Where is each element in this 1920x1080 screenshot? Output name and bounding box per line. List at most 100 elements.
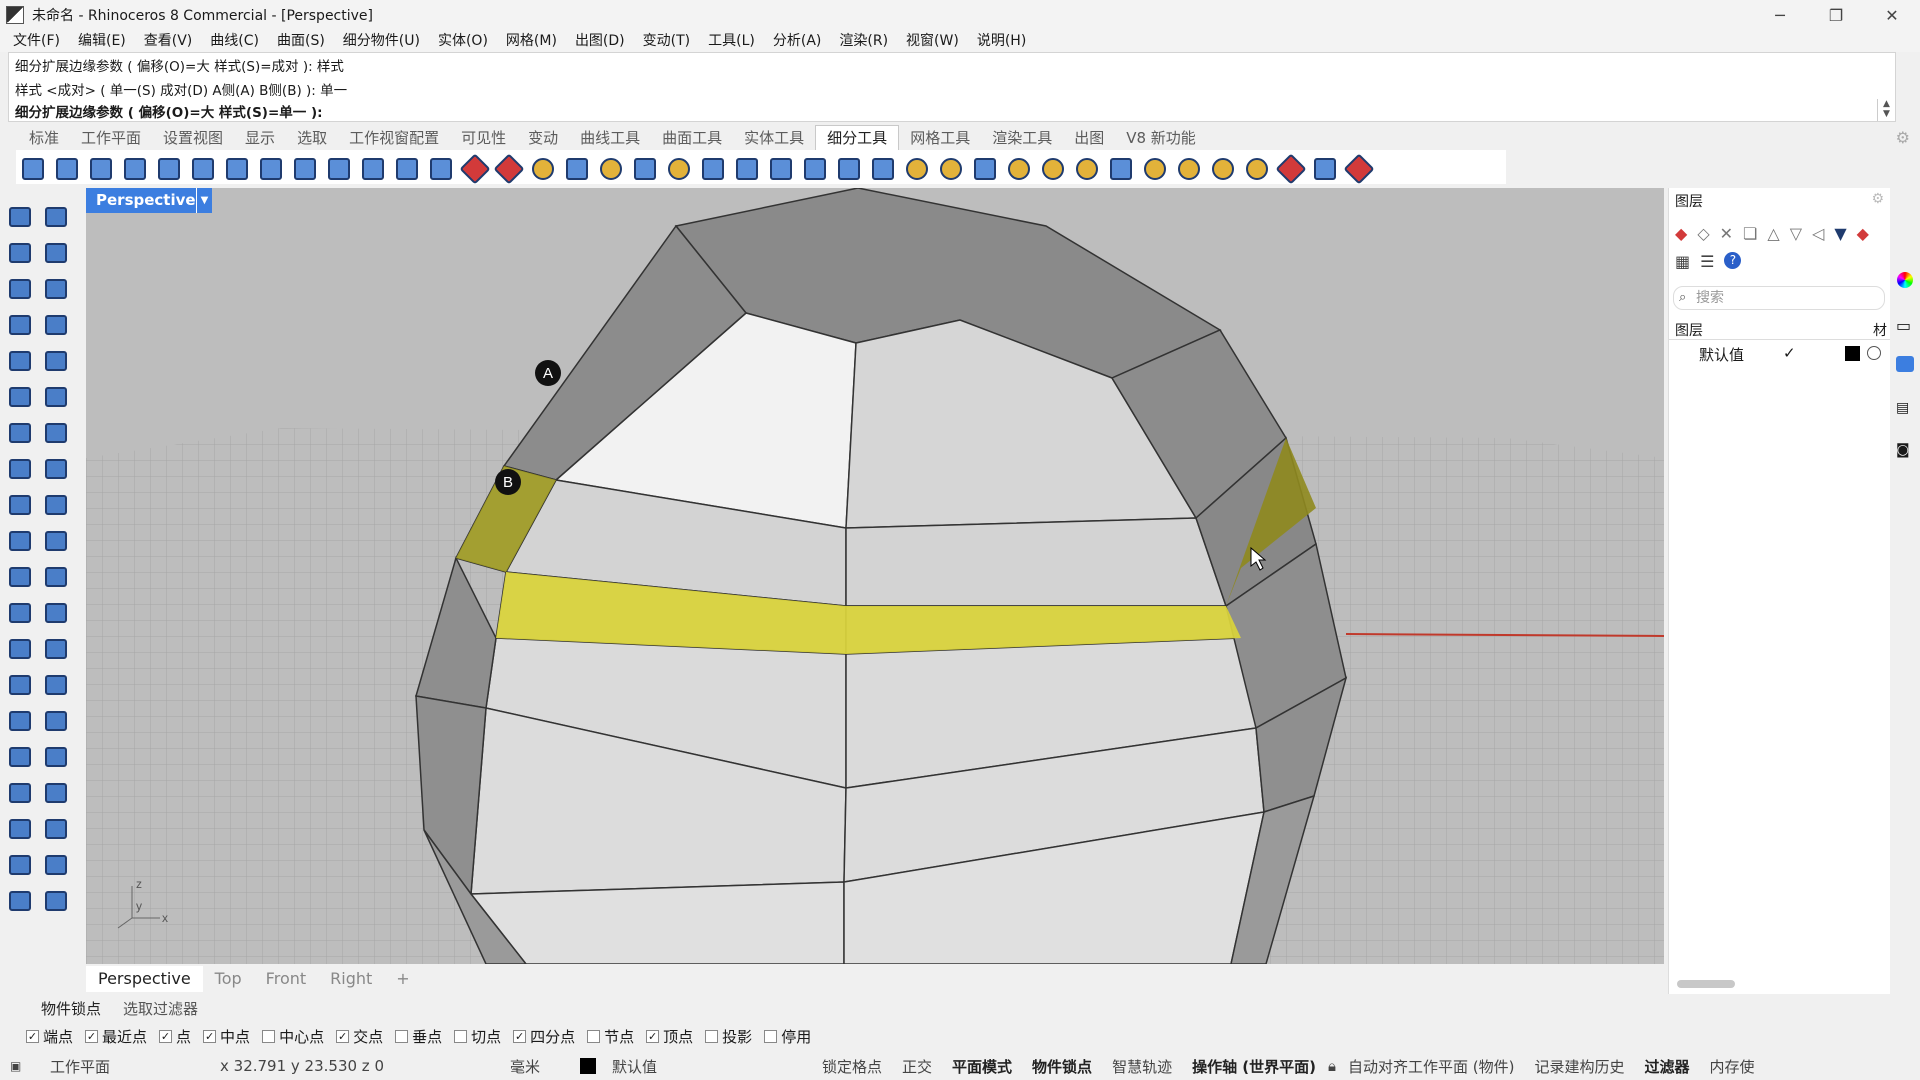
status-cplane[interactable]: 工作平面 <box>40 1056 210 1077</box>
osnap-end[interactable]: ✓ 端点 <box>26 1026 73 1047</box>
menu-tools[interactable]: 工具(L) <box>699 30 764 52</box>
subd-stack-icon[interactable] <box>4 490 32 518</box>
layer-search-input[interactable]: 搜索 <box>1673 286 1885 310</box>
subd-gear-icon[interactable] <box>4 562 32 590</box>
subd-tool-icon[interactable] <box>50 152 80 182</box>
checkbox[interactable] <box>587 1029 601 1043</box>
subd-house-icon[interactable] <box>40 526 68 554</box>
status-smarttrack[interactable]: 智慧轨迹 <box>1102 1056 1182 1077</box>
new-sublayer-icon[interactable]: ◇ <box>1697 224 1709 243</box>
menu-render[interactable]: 渲染(R) <box>830 30 897 52</box>
osnap-center[interactable]: 中心点 <box>262 1026 324 1047</box>
menu-view[interactable]: 查看(V) <box>135 30 202 52</box>
bend-icon[interactable] <box>40 706 68 734</box>
subd-tool-icon[interactable] <box>458 152 488 182</box>
tab-transform[interactable]: 变动 <box>517 126 569 150</box>
command-history[interactable]: 细分扩展边缘参数 ( 偏移(O)=大 样式(S)=成对 ): 样式 样式 <成对… <box>8 52 1896 122</box>
osnap-perp[interactable]: 垂点 <box>395 1026 442 1047</box>
subd-layers-alt-icon[interactable] <box>40 598 68 626</box>
menu-mesh[interactable]: 网格(M) <box>497 30 566 52</box>
osnap-near[interactable]: ✓ 最近点 <box>85 1026 147 1047</box>
viewport-tab-perspective[interactable]: Perspective <box>86 966 203 992</box>
subd-box-icon[interactable] <box>4 238 32 266</box>
subd-tool-icon[interactable] <box>1172 152 1202 182</box>
slash-icon[interactable] <box>40 778 68 806</box>
tab-osnap[interactable]: 物件锁点 <box>30 998 112 1019</box>
restore-button[interactable]: ❐ <box>1808 0 1864 30</box>
subd-tool-icon[interactable] <box>968 152 998 182</box>
display-panel-icon[interactable]: ▭ <box>1896 316 1911 335</box>
subd-cone-icon[interactable] <box>4 310 32 338</box>
minimize-button[interactable]: ─ <box>1752 0 1808 30</box>
subd-tool-icon[interactable] <box>560 152 590 182</box>
camera-panel-icon[interactable]: ◙ <box>1896 442 1910 458</box>
close-button[interactable]: ✕ <box>1864 0 1920 30</box>
checkbox[interactable] <box>262 1029 276 1043</box>
tab-standard[interactable]: 标准 <box>18 126 70 150</box>
menu-solid[interactable]: 实体(O) <box>429 30 497 52</box>
column-layer[interactable]: 图层 <box>1675 320 1703 340</box>
subd-patch-icon[interactable] <box>40 454 68 482</box>
menu-transform[interactable]: 变动(T) <box>634 30 699 52</box>
checkbox[interactable] <box>395 1029 409 1043</box>
status-history[interactable]: 记录建构历史 <box>1524 1056 1634 1077</box>
subd-tool-icon[interactable] <box>220 152 250 182</box>
move-left-icon[interactable]: ◁ <box>1812 224 1824 243</box>
panel-settings-icon[interactable]: ⚙ <box>1871 191 1884 207</box>
menu-file[interactable]: 文件(F) <box>4 30 69 52</box>
checkbox[interactable]: ✓ <box>336 1029 350 1043</box>
array-icon[interactable] <box>4 850 32 878</box>
status-grid-snap[interactable]: 锁定格点 <box>812 1056 892 1077</box>
layer-tools-icon[interactable]: ◆ <box>1857 224 1869 243</box>
status-planar[interactable]: 平面模式 <box>942 1056 1022 1077</box>
point-icon[interactable] <box>40 202 68 230</box>
checkbox[interactable]: ✓ <box>159 1029 173 1043</box>
subd-rail-icon[interactable] <box>40 418 68 446</box>
status-osnap[interactable]: 物件锁点 <box>1022 1056 1102 1077</box>
edit-icon[interactable] <box>4 706 32 734</box>
dimension-icon[interactable] <box>4 670 32 698</box>
status-gumball[interactable]: 操作轴 (世界平面) <box>1182 1056 1326 1077</box>
perspective-viewport[interactable]: A B z y x <box>86 188 1664 964</box>
subd-tool-icon[interactable] <box>390 152 420 182</box>
tab-viewport-layout[interactable]: 工作视窗配置 <box>338 126 450 150</box>
subd-cube-icon[interactable] <box>40 238 68 266</box>
subd-tool-icon[interactable] <box>254 152 284 182</box>
status-filter[interactable]: 过滤器 <box>1635 1056 1700 1077</box>
viewport-menu-chevron-icon[interactable]: ▼ <box>196 188 212 213</box>
subd-tool-icon[interactable] <box>1070 152 1100 182</box>
osnap-vertex[interactable]: ✓ 顶点 <box>646 1026 693 1047</box>
subd-tool-icon[interactable] <box>1274 152 1304 182</box>
osnap-intersection[interactable]: ✓ 交点 <box>336 1026 383 1047</box>
delete-layer-icon[interactable]: ✕ <box>1720 224 1733 243</box>
osnap-point[interactable]: ✓ 点 <box>159 1026 191 1047</box>
checkbox[interactable]: ✓ <box>646 1029 660 1043</box>
materials-panel-icon[interactable] <box>1897 272 1913 288</box>
subd-loft-icon[interactable] <box>4 382 32 410</box>
menu-dimension[interactable]: 出图(D) <box>566 30 634 52</box>
subd-tool-icon[interactable] <box>594 152 624 182</box>
command-prompt[interactable]: 细分扩展边缘参数 ( 偏移(O)=大 样式(S)=单一 ): <box>15 101 323 121</box>
command-scroll-arrows-icon[interactable]: ▲ ▼ <box>1877 99 1895 121</box>
current-layer-check-icon[interactable]: ✓ <box>1783 344 1796 362</box>
subd-tool-icon[interactable] <box>798 152 828 182</box>
subd-wave-icon[interactable] <box>4 526 32 554</box>
subd-tool-icon[interactable] <box>1240 152 1270 182</box>
checkbox[interactable] <box>454 1029 468 1043</box>
menu-analyze[interactable]: 分析(A) <box>764 30 831 52</box>
layer-material-icon[interactable] <box>1867 346 1881 360</box>
subd-layers-icon[interactable] <box>4 598 32 626</box>
subd-tool-icon[interactable] <box>832 152 862 182</box>
subd-sweep-icon[interactable] <box>40 382 68 410</box>
osnap-mid[interactable]: ✓ 中点 <box>203 1026 250 1047</box>
move-down-icon[interactable]: ▽ <box>1790 224 1802 243</box>
viewport-tab-top[interactable]: Top <box>203 966 254 992</box>
subd-tool-icon[interactable] <box>186 152 216 182</box>
subd-tool-icon[interactable] <box>764 152 794 182</box>
osnap-knot[interactable]: 节点 <box>587 1026 634 1047</box>
subd-tool-icon[interactable] <box>322 152 352 182</box>
layer-list-icon[interactable]: ☰ <box>1700 252 1714 271</box>
tab-subd-tools[interactable]: 细分工具 <box>815 125 900 150</box>
osnap-project[interactable]: 投影 <box>705 1026 752 1047</box>
osnap-quad[interactable]: ✓ 四分点 <box>513 1026 575 1047</box>
